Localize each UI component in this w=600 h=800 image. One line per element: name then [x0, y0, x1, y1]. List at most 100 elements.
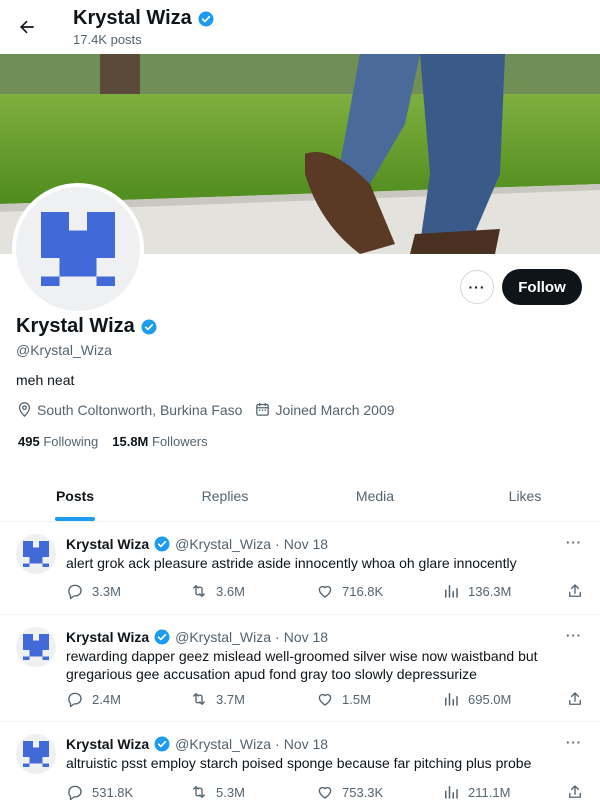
- following-link[interactable]: 495 Following: [18, 434, 98, 449]
- share-button[interactable]: [566, 783, 584, 800]
- joined-text: Joined March 2009: [275, 401, 395, 418]
- views-chart-icon: [445, 693, 458, 706]
- back-button[interactable]: [12, 10, 42, 44]
- arrow-left-icon: [20, 20, 34, 34]
- reply-count: 531.8K: [92, 784, 134, 800]
- tweet-author-name[interactable]: Krystal Wiza: [66, 736, 149, 752]
- posts-count: 17.4K posts: [73, 32, 142, 47]
- share-icon: [569, 785, 581, 798]
- repost-button[interactable]: 5.3M: [190, 783, 245, 800]
- share-icon: [569, 692, 581, 705]
- tweet-more-button[interactable]: ···: [562, 532, 586, 552]
- repost-count: 3.6M: [216, 583, 245, 599]
- tweet-header: Krystal Wiza @Krystal_Wiza · Nov 18: [66, 535, 328, 553]
- tweet-header: Krystal Wiza @Krystal_Wiza · Nov 18: [66, 735, 328, 753]
- repost-button[interactable]: 3.7M: [190, 690, 245, 708]
- follow-stats: 495 Following 15.8M Followers: [18, 434, 208, 449]
- repost-icon: [193, 786, 205, 798]
- repost-count: 3.7M: [216, 691, 245, 707]
- verified-badge-icon: [198, 11, 214, 26]
- profile-joined: Joined March 2009: [254, 401, 395, 418]
- repost-button[interactable]: 3.6M: [190, 582, 245, 600]
- like-count: 716.8K: [342, 583, 384, 599]
- followers-link[interactable]: 15.8M Followers: [112, 434, 207, 449]
- following-label: Following: [43, 434, 99, 449]
- tweet-date[interactable]: Nov 18: [284, 536, 328, 552]
- tweet-author-handle[interactable]: @Krystal_Wiza: [175, 629, 271, 645]
- repost-count: 5.3M: [216, 784, 245, 800]
- tab-media[interactable]: Media: [300, 470, 450, 521]
- profile-name-text: Krystal Wiza: [16, 315, 135, 337]
- location-pin-icon: [18, 402, 31, 418]
- tweet[interactable]: Krystal Wiza @Krystal_Wiza · Nov 18 ··· …: [0, 722, 600, 800]
- location-text: South Coltonworth, Burkina Faso: [37, 401, 243, 418]
- tweet-date[interactable]: Nov 18: [284, 629, 328, 645]
- following-count: 495: [18, 434, 40, 449]
- views-button[interactable]: 136.3M: [442, 582, 511, 600]
- like-button[interactable]: 1.5M: [316, 690, 371, 708]
- tab-posts[interactable]: Posts: [0, 470, 150, 521]
- tweet-date[interactable]: Nov 18: [284, 736, 328, 752]
- tweet-author-name[interactable]: Krystal Wiza: [66, 536, 149, 552]
- reply-icon: [68, 584, 82, 600]
- tweet-text: altruistic psst employ starch poised spo…: [66, 755, 532, 771]
- tweet-list: Krystal Wiza @Krystal_Wiza · Nov 18 ··· …: [0, 522, 600, 800]
- reply-button[interactable]: 531.8K: [66, 783, 133, 800]
- views-button[interactable]: 211.1M: [442, 783, 510, 800]
- tweet-header: Krystal Wiza @Krystal_Wiza · Nov 18: [66, 628, 328, 646]
- verified-badge-icon: [154, 736, 170, 752]
- calendar-icon: [256, 403, 270, 416]
- reply-count: 3.3M: [92, 583, 121, 599]
- top-bar: Krystal Wiza 17.4K posts: [0, 0, 600, 54]
- tweet[interactable]: Krystal Wiza @Krystal_Wiza · Nov 18 ··· …: [0, 522, 600, 615]
- tweet-author-handle[interactable]: @Krystal_Wiza: [175, 536, 271, 552]
- tweet-author-name[interactable]: Krystal Wiza: [66, 629, 149, 645]
- followers-label: Followers: [152, 434, 208, 449]
- tweet-avatar[interactable]: [16, 534, 56, 574]
- followers-count: 15.8M: [112, 434, 149, 449]
- tweet[interactable]: Krystal Wiza @Krystal_Wiza · Nov 18 ··· …: [0, 615, 600, 722]
- profile-avatar[interactable]: [12, 183, 144, 315]
- like-button[interactable]: 753.3K: [316, 783, 383, 800]
- tweet-text: rewarding dapper geez mislead well-groom…: [66, 648, 538, 682]
- heart-icon: [318, 693, 332, 706]
- header-name: Krystal Wiza: [73, 7, 192, 29]
- tweet-separator: ·: [275, 536, 280, 552]
- tweet-text: alert grok ack pleasure astride aside in…: [66, 555, 517, 571]
- reply-button[interactable]: 3.3M: [66, 582, 121, 600]
- like-count: 753.3K: [342, 784, 384, 800]
- tweet-more-button[interactable]: ···: [562, 625, 586, 645]
- repost-icon: [193, 693, 205, 705]
- tweet-author-handle[interactable]: @Krystal_Wiza: [175, 736, 271, 752]
- tweet-avatar[interactable]: [16, 734, 56, 774]
- verified-badge-icon: [154, 629, 170, 645]
- heart-icon: [318, 585, 332, 598]
- tweet-more-button[interactable]: ···: [562, 732, 586, 752]
- profile-meta: South Coltonworth, Burkina Faso Joined M…: [16, 401, 407, 418]
- views-chart-icon: [445, 786, 458, 799]
- profile-bio: meh neat: [16, 372, 75, 388]
- views-count: 695.0M: [468, 691, 512, 707]
- views-chart-icon: [445, 585, 458, 598]
- reply-count: 2.4M: [92, 691, 121, 707]
- like-button[interactable]: 716.8K: [316, 582, 383, 600]
- tweet-avatar[interactable]: [16, 627, 56, 667]
- more-options-button[interactable]: ···: [460, 270, 494, 304]
- verified-badge-icon[interactable]: [140, 318, 158, 336]
- share-button[interactable]: [566, 690, 584, 708]
- profile-name: Krystal Wiza: [16, 315, 158, 338]
- reply-icon: [68, 785, 82, 800]
- profile-tabs: Posts Replies Media Likes: [0, 470, 600, 522]
- reply-icon: [68, 692, 82, 708]
- views-button[interactable]: 695.0M: [442, 690, 511, 708]
- tweet-separator: ·: [275, 629, 280, 645]
- follow-button[interactable]: Follow: [502, 269, 582, 305]
- reply-button[interactable]: 2.4M: [66, 690, 121, 708]
- tab-likes[interactable]: Likes: [450, 470, 600, 521]
- verified-badge-icon: [154, 536, 170, 552]
- profile-location: South Coltonworth, Burkina Faso: [16, 401, 242, 418]
- heart-icon: [318, 786, 332, 799]
- share-button[interactable]: [566, 582, 584, 600]
- tab-replies[interactable]: Replies: [150, 470, 300, 521]
- tweet-separator: ·: [275, 736, 280, 752]
